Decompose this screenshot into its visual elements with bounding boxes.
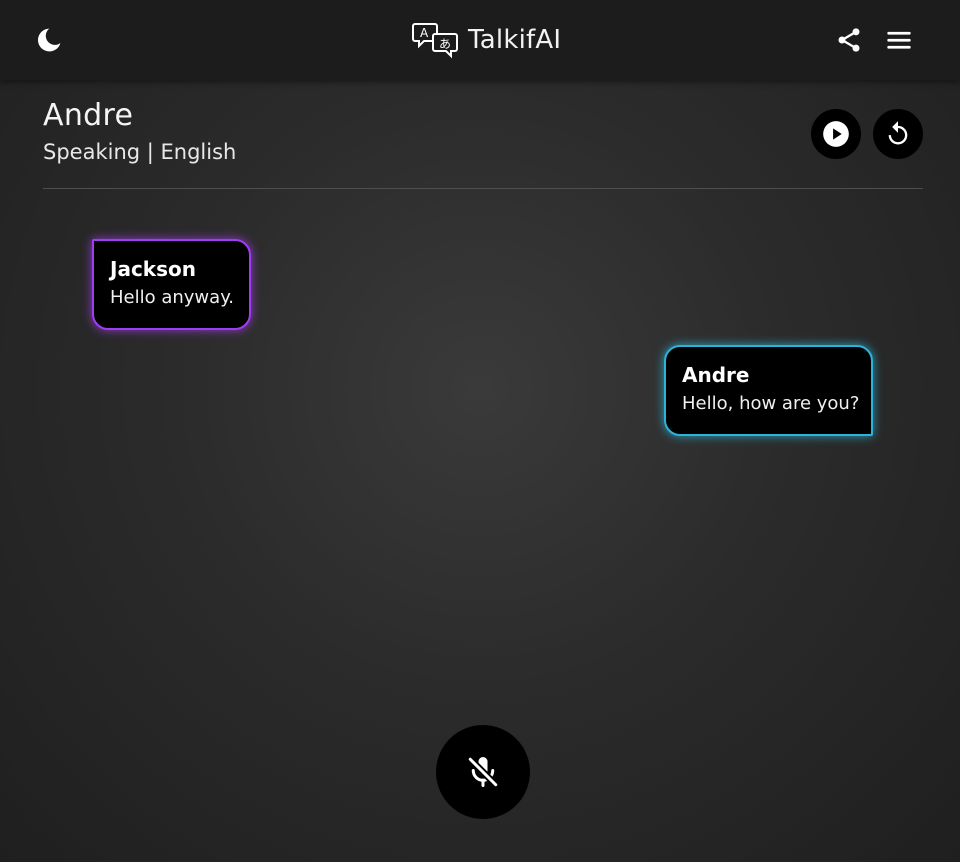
header-divider xyxy=(43,188,923,189)
translate-chat-icon: A あ xyxy=(412,23,458,59)
message-sender: Jackson xyxy=(110,257,196,281)
speaker-name: Andre xyxy=(43,98,134,133)
message-sender: Andre xyxy=(682,363,750,387)
svg-text:A: A xyxy=(420,26,429,40)
menu-button[interactable] xyxy=(877,18,921,62)
play-icon xyxy=(823,121,849,147)
mic-toggle-button[interactable] xyxy=(436,725,530,819)
message-text: Hello anyway. xyxy=(110,287,234,308)
play-button[interactable] xyxy=(811,109,861,159)
speaker-status: Speaking | English xyxy=(43,140,237,164)
theme-toggle-button[interactable] xyxy=(27,18,71,62)
replay-icon xyxy=(888,121,908,145)
moon-icon xyxy=(37,28,61,52)
hamburger-menu-icon xyxy=(887,31,911,49)
app-name: TalkifAI xyxy=(468,25,562,55)
share-icon xyxy=(838,28,860,52)
message-bubble-jackson: Jackson Hello anyway. xyxy=(92,239,251,330)
brand: A あ TalkifAI xyxy=(412,20,561,60)
mic-off-icon xyxy=(466,755,500,789)
svg-text:あ: あ xyxy=(439,37,451,51)
top-app-bar: A あ TalkifAI xyxy=(0,0,960,80)
message-text: Hello, how are you? xyxy=(682,393,860,414)
message-bubble-andre: Andre Hello, how are you? xyxy=(664,345,873,436)
reset-button[interactable] xyxy=(873,109,923,159)
share-button[interactable] xyxy=(827,18,871,62)
